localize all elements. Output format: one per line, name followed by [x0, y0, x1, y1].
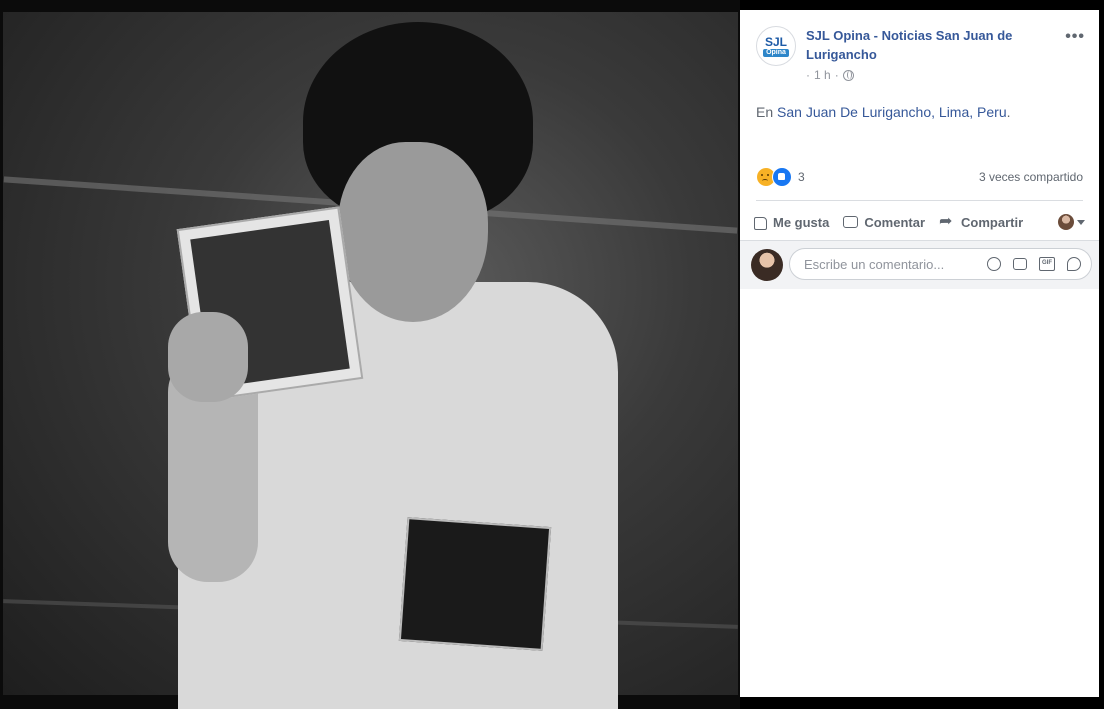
emoji-icon[interactable] — [987, 257, 1001, 271]
post-meta: · 1 h · — [806, 68, 854, 82]
photo-frame — [3, 12, 738, 709]
reactions-bar: 3 3 veces compartido — [756, 166, 1083, 188]
post-timestamp[interactable]: 1 h — [814, 68, 831, 82]
post-photo[interactable] — [0, 0, 740, 709]
photo-hand — [168, 312, 248, 402]
like-icon[interactable] — [772, 167, 792, 187]
page-name-link[interactable]: SJL Opina - Noticias San Juan de Lurigan… — [806, 26, 1036, 64]
avatar[interactable] — [751, 249, 783, 281]
like-label: Me gusta — [773, 214, 830, 230]
avatar-text-bottom: Opina — [763, 48, 789, 57]
gif-icon[interactable]: GIF — [1039, 257, 1055, 271]
audience-selector[interactable] — [1058, 214, 1085, 230]
share-label: Compartir — [961, 214, 1024, 230]
action-bar: Me gusta Comentar Compartir — [754, 206, 1085, 238]
comment-label: Comentar — [864, 214, 926, 230]
page-avatar[interactable]: SJL Opina — [756, 26, 796, 66]
location-link[interactable]: San Juan De Lurigancho, Lima, Peru — [777, 104, 1007, 120]
like-button[interactable]: Me gusta — [754, 214, 829, 230]
share-arrow-icon — [939, 211, 955, 231]
more-icon[interactable]: ••• — [1065, 29, 1085, 45]
photo-face — [338, 142, 488, 322]
post-location: En San Juan De Lurigancho, Lima, Peru. — [756, 104, 1011, 120]
thumbs-up-icon — [754, 217, 767, 230]
share-button[interactable]: Compartir — [939, 211, 1024, 231]
comment-bubble-icon — [843, 216, 859, 228]
avatar-text-top: SJL — [764, 34, 787, 49]
chevron-down-icon — [1077, 219, 1085, 225]
comment-composer: GIF — [740, 240, 1099, 289]
photo-cd-case — [398, 517, 552, 651]
post-sidebar: SJL Opina SJL Opina - Noticias San Juan … — [740, 10, 1099, 697]
divider — [756, 200, 1083, 201]
meta-separator: · — [806, 68, 810, 82]
sticker-icon[interactable] — [1067, 257, 1081, 271]
location-prefix: En — [756, 104, 774, 120]
camera-icon[interactable] — [1013, 258, 1027, 270]
reaction-count[interactable]: 3 — [798, 170, 805, 184]
comment-tools: GIF — [987, 257, 1081, 271]
meta-separator: · — [834, 68, 839, 82]
post-header: SJL Opina SJL Opina - Noticias San Juan … — [756, 24, 1087, 84]
audience-avatar — [1058, 214, 1074, 230]
globe-icon[interactable] — [842, 69, 854, 81]
comment-box[interactable]: GIF — [789, 248, 1092, 280]
comment-button[interactable]: Comentar — [843, 215, 925, 230]
share-count[interactable]: 3 veces compartido — [979, 170, 1083, 184]
comment-input[interactable] — [802, 255, 976, 273]
location-suffix: . — [1006, 104, 1011, 120]
